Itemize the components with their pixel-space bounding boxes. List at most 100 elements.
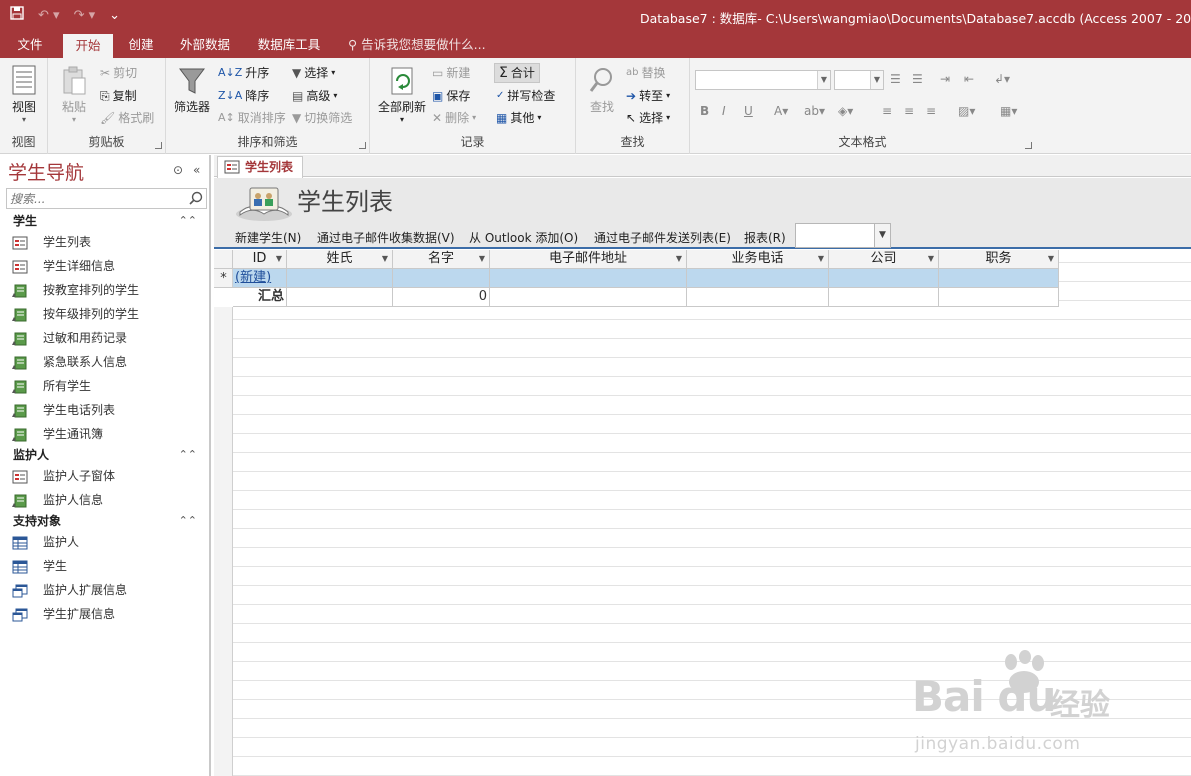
new-record-button[interactable]: ▭ 新建	[432, 63, 470, 83]
paste-button[interactable]: 粘贴 ▾	[54, 66, 94, 124]
column-header-business-phone[interactable]: 业务电话 ▼	[687, 250, 829, 269]
nav-item[interactable]: 监护人	[0, 531, 209, 553]
nav-item[interactable]: 紧急联系人信息	[0, 351, 209, 373]
nav-item[interactable]: 学生扩展信息	[0, 603, 209, 625]
table-cell[interactable]	[393, 269, 490, 288]
delete-record-button[interactable]: ✕ 删除 ▾	[432, 108, 476, 128]
search-icon[interactable]	[189, 191, 203, 205]
collect-email-data-button[interactable]: 通过电子邮件收集数据(V)	[317, 229, 455, 246]
table-cell[interactable]	[939, 269, 1059, 288]
nav-search-input[interactable]	[7, 189, 187, 208]
view-button[interactable]: 视图 ▾	[4, 64, 44, 124]
goto-button[interactable]: ➔ 转至 ▾	[626, 86, 670, 106]
tab-home[interactable]: 开始	[63, 34, 113, 58]
nav-item[interactable]: 学生	[0, 555, 209, 577]
nav-item[interactable]: 监护人扩展信息	[0, 579, 209, 601]
chevron-down-icon[interactable]: ▼	[928, 250, 934, 268]
filter-button[interactable]: 筛选器	[170, 66, 214, 115]
tab-file[interactable]: 文件	[8, 32, 52, 58]
new-record-link[interactable]: (新建)	[235, 270, 271, 285]
chevron-down-icon[interactable]: ▼	[818, 250, 824, 268]
tab-external-data[interactable]: 外部数据	[172, 32, 238, 58]
collapse-up-icon[interactable]: ⌃⌃	[179, 211, 197, 231]
tab-database-tools[interactable]: 数据库工具	[250, 32, 328, 58]
table-cell[interactable]	[490, 288, 687, 307]
collapse-pane-icon[interactable]: «	[193, 163, 200, 177]
tab-create[interactable]: 创建	[120, 32, 162, 58]
collapse-up-icon[interactable]: ⌃⌃	[179, 511, 197, 531]
chevron-down-icon[interactable]: ▼	[479, 250, 485, 268]
sort-descending-button[interactable]: Z↓A 降序	[218, 86, 269, 106]
column-header-first-name[interactable]: 名字 ▼	[393, 250, 490, 269]
add-from-outlook-button[interactable]: 从 Outlook 添加(O)	[469, 229, 578, 246]
gridlines-icon[interactable]: ▦▾	[1000, 104, 1017, 118]
sort-filter-dialog-launcher[interactable]	[359, 142, 366, 149]
table-cell[interactable]	[287, 288, 393, 307]
nav-item[interactable]: 学生电话列表	[0, 399, 209, 421]
email-list-button[interactable]: 通过电子邮件发送列表(E)	[594, 229, 731, 246]
new-student-button[interactable]: 新建学生(N)	[235, 229, 301, 246]
numbering-icon[interactable]: ☰	[912, 72, 923, 86]
alternate-row-color-icon[interactable]: ▨▾	[958, 104, 975, 118]
font-name-combo[interactable]: ▼	[695, 70, 831, 90]
save-icon[interactable]	[10, 6, 24, 24]
chevron-down-icon[interactable]: ▼	[1048, 250, 1054, 268]
advanced-button[interactable]: ▤ 高级 ▾	[292, 86, 337, 106]
nav-item[interactable]: 所有学生	[0, 375, 209, 397]
totals-button[interactable]: Σ 合计	[494, 63, 540, 83]
table-cell-id[interactable]: (新建)	[233, 269, 287, 288]
collapse-up-icon[interactable]: ⌃⌃	[179, 445, 197, 465]
selection-button[interactable]: ▼ 选择 ▾	[292, 63, 335, 83]
table-cell[interactable]	[287, 269, 393, 288]
highlight-icon[interactable]: ab▾	[804, 104, 825, 118]
remove-sort-button[interactable]: A↕ 取消排序	[218, 108, 286, 128]
table-cell[interactable]	[687, 269, 829, 288]
select-button[interactable]: ↖ 选择 ▾	[626, 108, 670, 128]
clipboard-dialog-launcher[interactable]	[155, 142, 162, 149]
column-header-id[interactable]: ID ▼	[233, 250, 287, 269]
column-header-last-name[interactable]: 姓氏 ▼	[287, 250, 393, 269]
customize-icon[interactable]: ⌄	[109, 8, 120, 23]
replace-button[interactable]: ab 替换	[626, 63, 666, 83]
doc-tab-student-list[interactable]: 学生列表	[217, 156, 303, 178]
format-painter-button[interactable]: 🖌 格式刷	[100, 108, 154, 128]
report-combo[interactable]: ▼	[795, 223, 891, 248]
tell-me-box[interactable]: ⚲ 告诉我您想要做什么...	[348, 32, 486, 58]
align-center-icon[interactable]: ≡	[904, 104, 914, 118]
nav-item[interactable]: 按年级排列的学生	[0, 303, 209, 325]
column-header-job-title[interactable]: 职务 ▼	[939, 250, 1059, 269]
cut-button[interactable]: ✂ 剪切	[100, 63, 137, 83]
nav-item[interactable]: 过敏和用药记录	[0, 327, 209, 349]
align-left-icon[interactable]: ≡	[882, 104, 892, 118]
find-button[interactable]: 查找	[582, 66, 622, 115]
bold-icon[interactable]: B	[700, 104, 709, 118]
underline-icon[interactable]: U	[744, 104, 753, 118]
select-all-corner[interactable]	[214, 250, 233, 269]
nav-section-guardians[interactable]: 监护人 ⌃⌃	[0, 445, 209, 465]
save-record-button[interactable]: ▣ 保存	[432, 86, 470, 106]
table-cell[interactable]	[939, 288, 1059, 307]
fill-color-icon[interactable]: ◈▾	[838, 104, 853, 118]
bullets-icon[interactable]: ☰	[890, 72, 901, 86]
table-cell[interactable]	[829, 269, 939, 288]
column-header-company[interactable]: 公司 ▼	[829, 250, 939, 269]
table-cell[interactable]	[490, 269, 687, 288]
chevron-down-icon[interactable]: ▼	[276, 250, 282, 268]
table-row-new[interactable]: * (新建)	[214, 269, 1059, 288]
font-color-icon[interactable]: A▾	[774, 104, 788, 118]
table-cell[interactable]	[687, 288, 829, 307]
nav-item[interactable]: 按教室排列的学生	[0, 279, 209, 301]
chevron-down-icon[interactable]: ▼	[874, 224, 890, 247]
nav-title[interactable]: 学生导航	[8, 158, 84, 185]
toggle-filter-button[interactable]: ▼ 切换筛选	[292, 108, 352, 128]
paragraph-direction-icon[interactable]: ↲▾	[994, 72, 1010, 86]
undo-icon[interactable]: ↶ ▾	[38, 8, 60, 23]
align-right-icon[interactable]: ≡	[926, 104, 936, 118]
totals-value-cell[interactable]: 0	[393, 288, 490, 307]
refresh-all-button[interactable]: 全部刷新 ▾	[376, 66, 428, 124]
nav-section-students[interactable]: 学生 ⌃⌃	[0, 211, 209, 231]
column-header-email[interactable]: 电子邮件地址 ▼	[490, 250, 687, 269]
nav-item[interactable]: 监护人信息	[0, 489, 209, 511]
nav-menu-chevron-icon[interactable]: ⊙	[173, 163, 183, 177]
text-format-dialog-launcher[interactable]	[1025, 142, 1032, 149]
